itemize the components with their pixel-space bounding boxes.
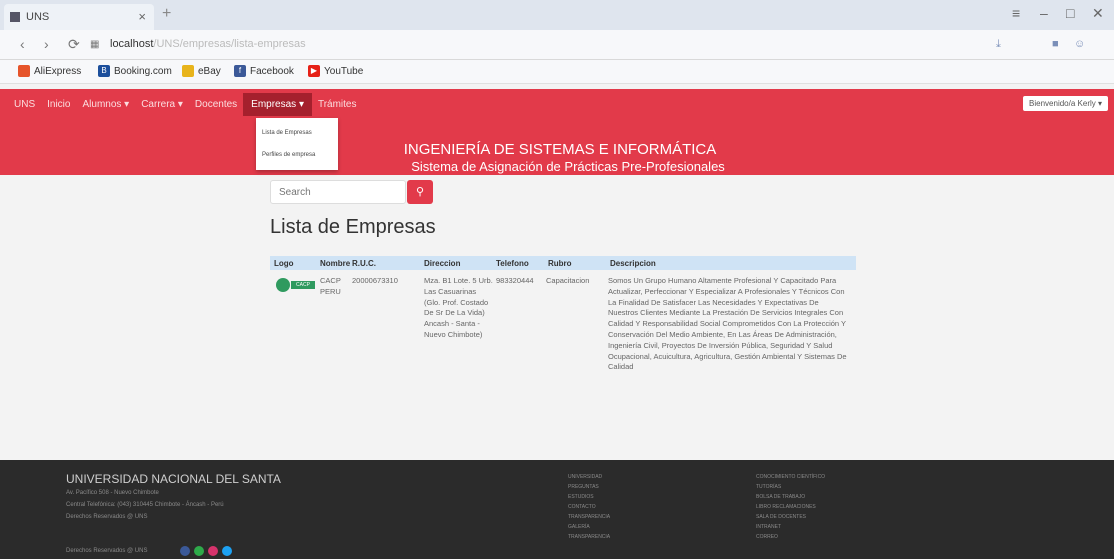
nav-inicio[interactable]: Inicio — [41, 99, 76, 110]
url-field[interactable]: localhost/UNS/empresas/lista-empresas — [110, 38, 710, 50]
browser-tab[interactable]: UNS × — [4, 4, 154, 30]
footer-link[interactable]: INTRANET — [756, 524, 825, 534]
footer-link[interactable]: PREGUNTAS — [568, 484, 610, 494]
page-title: Lista de Empresas — [270, 216, 436, 238]
menu-item-perfiles-empresa[interactable]: Perfiles de empresa — [256, 144, 338, 166]
close-window-icon[interactable]: ✕ — [1092, 5, 1104, 22]
bookmark-aliexpress[interactable]: AliExpress — [18, 65, 81, 77]
booking-icon: B — [98, 65, 110, 77]
search-input[interactable] — [270, 180, 406, 204]
aliexpress-icon — [18, 65, 30, 77]
address-bar: ‹ › ⟳ ▦ localhost/UNS/empresas/lista-emp… — [0, 30, 1114, 60]
footer-link[interactable]: TUTORÍAS — [756, 484, 825, 494]
footer-link[interactable]: SALA DE DOCENTES — [756, 514, 825, 524]
footer-link[interactable]: LIBRO RECLAMACIONES — [756, 504, 825, 514]
bookmarks-bar: AliExpress B Booking.com eBay f Facebook ▶… — [0, 60, 1114, 84]
nav-brand[interactable]: UNS — [0, 99, 41, 110]
tab-close-icon[interactable]: × — [138, 9, 146, 24]
nav-empresas[interactable]: Empresas ▾ — [243, 92, 312, 116]
main-content — [0, 175, 1114, 460]
footer-rights: Derechos Reservados @ UNS — [66, 514, 148, 520]
facebook-icon: f — [234, 65, 246, 77]
search-button[interactable]: ⚲ — [407, 180, 433, 204]
footer-link[interactable]: TRANSPARENCIA — [568, 534, 610, 544]
footer-link[interactable]: GALERÍA — [568, 524, 610, 534]
instagram-social-icon[interactable] — [208, 546, 218, 556]
site-footer: UNIVERSIDAD NACIONAL DEL SANTA Av. Pacíf… — [0, 460, 1114, 559]
cell-telefono: 983320444 — [496, 276, 534, 285]
bookmark-youtube[interactable]: ▶ YouTube — [308, 65, 363, 77]
empresas-dropdown: Lista de Empresas Perfiles de empresa — [256, 118, 338, 170]
footer-link[interactable]: UNIVERSIDAD — [568, 474, 610, 484]
cell-descripcion: Somos Un Grupo Humano Altamente Profesio… — [608, 276, 847, 372]
user-menu-button[interactable]: Bienvenido/a Kerly ▾ — [1023, 96, 1108, 111]
cell-ruc: 20000673310 — [352, 276, 398, 285]
forward-icon[interactable]: › — [44, 36, 49, 52]
footer-links-2: CONOCIMIENTO CIENTÍFICO TUTORÍAS BOLSA D… — [756, 474, 825, 544]
col-direccion: Direccion — [424, 259, 461, 268]
back-icon[interactable]: ‹ — [20, 36, 25, 52]
menu-icon[interactable]: ≡ — [1012, 5, 1020, 21]
footer-address: Av. Pacífico 508 - Nuevo Chimbote — [66, 490, 159, 496]
company-logo-icon — [276, 278, 290, 292]
footer-links-1: UNIVERSIDAD PREGUNTAS ESTUDIOS CONTACTO … — [568, 474, 610, 544]
footer-phone: Central Telefónica: (043) 310445 Chimbot… — [66, 502, 224, 508]
search-icon: ⚲ — [415, 186, 425, 198]
bookmark-ebay[interactable]: eBay — [182, 65, 221, 77]
new-tab-button[interactable]: + — [162, 5, 171, 23]
footer-link[interactable]: TRANSPARENCIA — [568, 514, 610, 524]
cell-direccion: Mza. B1 Lote. 5 Urb. Las Casuarinas (Glo… — [424, 276, 493, 339]
bookmark-facebook[interactable]: f Facebook — [234, 65, 294, 77]
site-header: UNS Inicio Alumnos ▾ Carrera ▾ Docentes … — [0, 89, 1114, 175]
col-telefono: Telefono — [496, 259, 529, 268]
cell-nombre: CACP PERU — [320, 276, 341, 296]
site-subtitle: Sistema de Asignación de Prácticas Pre-P… — [411, 159, 725, 174]
whatsapp-social-icon[interactable] — [194, 546, 204, 556]
favicon-icon — [10, 12, 20, 22]
table-header: Logo Nombre R.U.C. Direccion Telefono Ru… — [270, 256, 856, 270]
profile-icon[interactable]: ☺ — [1074, 38, 1085, 50]
col-logo: Logo — [274, 259, 294, 268]
twitter-social-icon[interactable] — [222, 546, 232, 556]
footer-title: UNIVERSIDAD NACIONAL DEL SANTA — [66, 472, 281, 486]
maximize-icon[interactable]: □ — [1066, 5, 1074, 21]
col-ruc: R.U.C. — [352, 259, 376, 268]
main-nav: UNS Inicio Alumnos ▾ Carrera ▾ Docentes … — [0, 89, 363, 119]
apps-icon[interactable]: ▦ — [90, 39, 99, 50]
company-logo-label: CACP — [291, 281, 315, 289]
col-descripcion: Descripcion — [610, 259, 656, 268]
footer-link[interactable]: ESTUDIOS — [568, 494, 610, 504]
footer-link[interactable]: CONTACTO — [568, 504, 610, 514]
extension-icon[interactable]: ■ — [1052, 38, 1059, 50]
footer-link[interactable]: BOLSA DE TRABAJO — [756, 494, 825, 504]
footer-link[interactable]: CONOCIMIENTO CIENTÍFICO — [756, 474, 825, 484]
download-icon[interactable]: ⤓ — [996, 38, 1001, 51]
reload-icon[interactable]: ⟳ — [68, 36, 80, 53]
site-title: INGENIERÍA DE SISTEMAS E INFORMÁTICA — [403, 141, 717, 158]
nav-tramites[interactable]: Trámites — [312, 99, 363, 110]
nav-carrera[interactable]: Carrera ▾ — [135, 99, 189, 110]
col-rubro: Rubro — [548, 259, 572, 268]
minimize-icon[interactable]: – — [1040, 5, 1048, 21]
browser-tab-bar: UNS × + ≡ – □ ✕ — [0, 0, 1114, 30]
bookmark-booking[interactable]: B Booking.com — [98, 65, 172, 77]
col-nombre: Nombre — [320, 259, 351, 268]
cell-rubro: Capacitacion — [546, 276, 590, 285]
nav-alumnos[interactable]: Alumnos ▾ — [76, 99, 135, 110]
youtube-icon: ▶ — [308, 65, 320, 77]
footer-copyright: Derechos Reservados @ UNS — [66, 548, 148, 554]
ebay-icon — [182, 65, 194, 77]
tab-title: UNS — [26, 11, 50, 23]
companies-table: Logo Nombre R.U.C. Direccion Telefono Ru… — [270, 256, 856, 270]
menu-item-lista-empresas[interactable]: Lista de Empresas — [256, 122, 338, 144]
facebook-social-icon[interactable] — [180, 546, 190, 556]
nav-docentes[interactable]: Docentes — [189, 99, 243, 110]
footer-link[interactable]: CORREO — [756, 534, 825, 544]
